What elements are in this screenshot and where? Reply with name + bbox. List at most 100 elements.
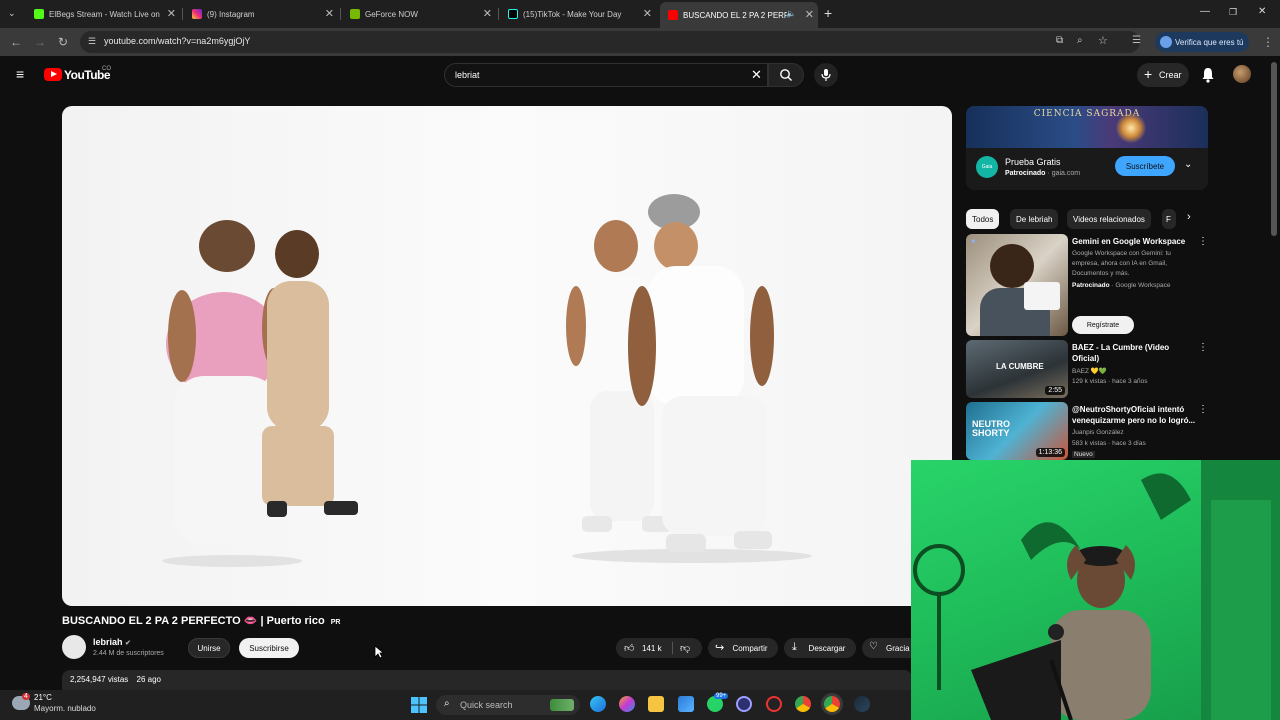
chrome-icon[interactable] [795,696,811,712]
search-input[interactable]: lebriat ✕ [444,63,768,87]
ad-banner-figure [1116,112,1146,144]
channel-name: BAEZ 💛💚 [1072,368,1107,375]
gaia-logo[interactable]: Gaia [976,156,998,178]
omnibox[interactable]: ☰ youtube.com/watch?v=na2m6ygjOjY ⧉ ⌕ ☆ [80,31,1140,53]
speaker-icon[interactable]: 🔈 [786,9,796,18]
create-button[interactable]: + Crear [1137,63,1189,87]
minimize-icon[interactable]: — [1200,6,1210,17]
tiktok-icon [508,9,518,19]
edge-icon[interactable] [590,696,606,712]
chip-related[interactable]: Videos relacionados [1067,209,1151,229]
back-icon[interactable]: ← [10,35,22,49]
obs-icon[interactable] [736,696,752,712]
profile-icon [1160,36,1172,48]
subscribe-button[interactable]: Suscribirse [239,638,299,658]
weather-temperature[interactable]: 21°C [34,693,52,702]
description-box[interactable]: 2,254,947 vistas 26 ago [62,670,912,690]
url-text[interactable]: youtube.com/watch?v=na2m6ygjOjY [104,36,250,46]
register-button[interactable]: Regístrate [1072,316,1134,334]
recommendation-thumbnail[interactable]: ✦ [966,234,1068,336]
share-button[interactable]: ↪ Compartir [708,638,778,658]
mouse-cursor-icon [374,645,384,659]
browser-tab-bar: ⌄ ElBegs Stream - Watch Live on ✕ (9) In… [0,0,1280,28]
instagram-icon [192,9,202,19]
ad-card[interactable]: CIENCIA SAGRADA Gaia Prueba Gratis Patro… [966,106,1208,190]
ad-title[interactable]: Prueba Gratis [1005,157,1061,167]
windows-start-icon[interactable] [411,697,427,713]
more-options-icon[interactable]: ⋮ [1198,404,1208,415]
close-icon[interactable]: ✕ [805,8,814,21]
copilot-icon[interactable] [619,696,635,712]
ad-banner[interactable]: CIENCIA SAGRADA [966,106,1208,148]
window-close-icon[interactable]: ✕ [1258,6,1266,17]
chevron-right-icon[interactable]: › [1187,211,1191,223]
ad-domain: gaia.com [1051,170,1081,177]
chip-all[interactable]: Todos [966,209,1000,229]
video-player[interactable] [62,106,952,606]
chevron-down-icon[interactable]: ⌄ [1184,159,1192,170]
webcam-scene [913,460,1280,720]
voice-search-button[interactable] [814,63,838,87]
share-label: Compartir [732,643,768,653]
menu-kebab-icon[interactable]: ⋮ [1262,35,1274,49]
ad-subscribe-button[interactable]: Suscríbete [1115,156,1175,176]
forward-icon[interactable]: → [34,35,46,49]
search-button[interactable] [768,63,804,87]
weather-description[interactable]: Mayorm. nublado [34,704,96,713]
close-icon[interactable]: ✕ [167,7,176,20]
tab-geforce[interactable]: GeForce NOW ✕ [342,4,496,24]
recommendation-item[interactable]: NEUTRO SHORTY 1:13:36 @NeutroShortyOfici… [966,402,1210,460]
maximize-icon[interactable]: ❐ [1229,7,1237,18]
tab-youtube-active[interactable]: BUSCANDO EL 2 PA 2 PERF 🔈 ✕ [660,2,818,28]
divider [672,642,673,654]
site-info-icon[interactable]: ☰ [88,36,96,47]
thumbs-down-icon[interactable]: 👎︎ [680,642,690,654]
recommendation-thumbnail[interactable]: LA CUMBRE 2:55 [966,340,1068,398]
chrome-active-icon[interactable] [824,696,840,712]
download-button[interactable]: ⤓ Descargar [784,638,856,658]
clear-search-icon[interactable]: ✕ [751,67,762,83]
chip-more[interactable]: F [1162,209,1176,229]
tab-instagram[interactable]: (9) Instagram ✕ [184,4,338,24]
tab-search-icon[interactable]: ⌄ [8,8,16,19]
youtube-logo-icon[interactable] [44,68,62,81]
app-icon[interactable] [766,696,782,712]
tab-kick[interactable]: ElBegs Stream - Watch Live on ✕ [26,4,180,24]
more-options-icon[interactable]: ⋮ [1198,342,1208,353]
join-button[interactable]: Unirse [188,638,230,658]
view-count: 2,254,947 vistas [70,675,129,684]
install-icon[interactable]: ⧉ [1056,35,1063,46]
recommendation-item[interactable]: LA CUMBRE 2:55 BAEZ - La Cumbre (Video O… [966,340,1210,398]
tab-tiktok[interactable]: (15)TikTok - Make Your Day ✕ [500,4,656,24]
reading-list-icon[interactable]: ☰ [1132,34,1141,48]
ad-description: Google Workspace con Gemini: tu [1072,250,1171,257]
close-icon[interactable]: ✕ [325,7,334,20]
steam-icon[interactable] [854,696,870,712]
verify-label: Verifica que eres tú [1175,37,1244,47]
thumbs-up-icon[interactable]: 👍︎ [624,642,634,654]
new-tab-button[interactable]: + [824,5,832,21]
taskbar-search[interactable]: ⌕ Quick search [436,695,580,715]
user-avatar[interactable] [1233,65,1251,83]
verify-button[interactable]: Verifica que eres tú [1155,32,1249,52]
whatsapp-badge: 99+ [714,693,729,699]
hamburger-menu-icon[interactable]: ≡ [16,66,24,82]
page-scrollbar[interactable] [1271,62,1277,236]
recommendation-thumbnail[interactable]: NEUTRO SHORTY 1:13:36 [966,402,1068,460]
bell-icon[interactable] [1201,67,1215,83]
chip-from-channel[interactable]: De lebriah [1010,209,1059,229]
ad-sponsor: Patrocinado · Google Workspace [1072,282,1171,289]
close-icon[interactable]: ✕ [483,7,492,20]
reload-icon[interactable]: ↻ [58,35,68,49]
like-count[interactable]: 141 k [642,644,662,653]
channel-avatar[interactable] [62,635,86,659]
sponsored-label: Patrocinado [1072,282,1110,289]
more-options-icon[interactable]: ⋮ [1198,236,1208,247]
bookmark-star-icon[interactable]: ☆ [1098,34,1108,47]
channel-name[interactable]: lebriah ✔ [93,637,131,647]
close-icon[interactable]: ✕ [643,7,652,20]
zoom-icon[interactable]: ⌕ [1077,35,1083,46]
file-explorer-icon[interactable] [648,696,664,712]
sparkle-icon: ✦ [970,237,977,246]
xbox-app-icon[interactable] [678,696,694,712]
